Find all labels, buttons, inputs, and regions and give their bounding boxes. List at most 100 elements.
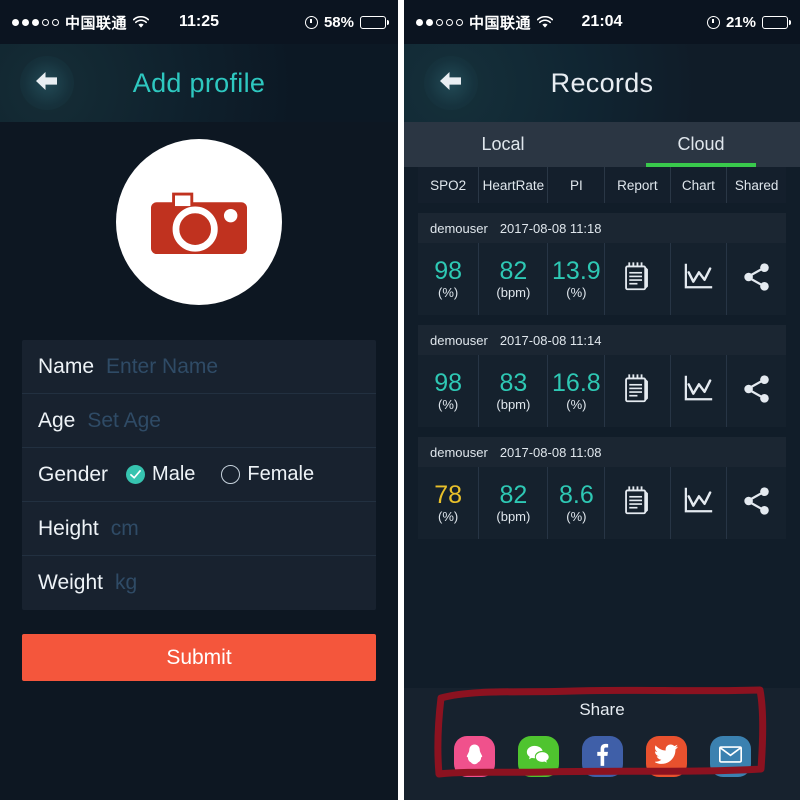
left-status-bar: 中国联通 11:25 58% [0, 0, 398, 44]
tab-local[interactable]: Local [404, 122, 602, 167]
record-report-button[interactable] [605, 355, 671, 427]
record-header: demouser 2017-08-08 11:18 [418, 213, 786, 243]
record-heartrate-cell: 82 (bpm) [479, 467, 549, 539]
status-bar-left: 中国联通 [416, 12, 554, 33]
record-pi-cell: 8.6 (%) [548, 467, 606, 539]
right-phone-screen: 中国联通 21:04 21% Records Local Cloud SPO2 … [404, 0, 800, 800]
pi-unit: (%) [566, 509, 587, 525]
back-button[interactable] [20, 56, 74, 110]
column-header-heartrate: HeartRate [479, 167, 549, 203]
heart-rate-value: 82 [499, 480, 528, 509]
signal-dot [32, 18, 39, 26]
share-email-button[interactable] [709, 736, 751, 777]
signal-dot [52, 18, 59, 26]
record-share-button[interactable] [727, 243, 786, 315]
camera-icon [151, 183, 247, 261]
column-header-pi: PI [548, 167, 606, 203]
record-timestamp: 2017-08-08 11:14 [499, 332, 602, 348]
record-spo2-cell: 98 (%) [418, 243, 480, 315]
status-bar-right: 58% [304, 14, 389, 31]
column-header-report: Report [605, 167, 671, 203]
record-chart-button[interactable] [671, 355, 728, 427]
age-label: Age [38, 408, 76, 432]
signal-dot [456, 18, 463, 26]
battery-icon [360, 15, 389, 29]
gender-option-female[interactable]: Female [221, 463, 314, 486]
form-row-weight[interactable]: Weight [22, 556, 376, 610]
share-qq-button[interactable] [453, 736, 495, 777]
spo2-value: 98 [434, 368, 463, 397]
back-button[interactable] [424, 56, 478, 110]
battery-percent-label: 21% [725, 13, 756, 31]
avatar-photo-button[interactable] [116, 139, 282, 305]
right-status-bar: 中国联通 21:04 21% [404, 0, 800, 44]
pi-value: 16.8 [552, 368, 601, 397]
heart-rate-value: 83 [499, 368, 528, 397]
signal-dot [426, 18, 433, 26]
form-row-age[interactable]: Age [22, 394, 376, 448]
share-sheet-title: Share [579, 700, 625, 719]
height-label: Height [38, 516, 99, 540]
record-values: 98 (%) 83 (bpm) 16.8 (%) [418, 355, 786, 427]
record-user: demouser [430, 444, 488, 460]
form-row-height[interactable]: Height [22, 502, 376, 556]
spo2-value: 98 [434, 256, 463, 285]
arrow-left-icon [436, 69, 466, 98]
gender-option-male[interactable]: Male [126, 463, 195, 486]
record-header: demouser 2017-08-08 11:08 [418, 437, 786, 467]
form-row-gender: Gender Male Female [22, 448, 376, 502]
record-timestamp: 2017-08-08 11:18 [499, 220, 602, 236]
spo2-unit: (%) [438, 285, 459, 301]
record-share-button[interactable] [727, 467, 786, 539]
signal-dot [416, 18, 423, 26]
line-chart-icon [683, 375, 713, 408]
height-input[interactable] [110, 516, 376, 541]
radio-unchecked-icon [221, 465, 241, 484]
records-source-tabs: Local Cloud [404, 122, 800, 167]
gender-female-label: Female [247, 463, 315, 485]
tab-cloud[interactable]: Cloud [602, 122, 800, 167]
arrow-left-icon [32, 69, 62, 98]
heart-rate-unit: (bpm) [496, 509, 531, 525]
record-report-button[interactable] [605, 243, 671, 315]
weight-input[interactable] [114, 571, 376, 595]
record-chart-button[interactable] [671, 467, 728, 539]
gender-male-label: Male [152, 463, 196, 485]
right-nav-bar: Records [404, 44, 800, 122]
gender-radio-group: Male Female [126, 463, 314, 486]
profile-form: Name Age Gender Male [22, 340, 376, 610]
record-spo2-cell: 78 (%) [418, 467, 480, 539]
form-row-name[interactable]: Name [22, 340, 376, 394]
signal-strength-dots [12, 18, 59, 26]
records-column-headers: SPO2 HeartRate PI Report Chart Shared [418, 167, 786, 203]
record-timestamp: 2017-08-08 11:08 [499, 444, 602, 460]
alarm-clock-icon [304, 15, 318, 29]
gender-label: Gender [38, 462, 109, 486]
share-wechat-button[interactable] [517, 736, 559, 777]
signal-dot [42, 18, 49, 26]
column-header-spo2: SPO2 [418, 167, 480, 203]
spo2-value: 78 [434, 480, 463, 509]
submit-button[interactable]: Submit [22, 634, 376, 681]
name-input[interactable] [106, 354, 376, 379]
battery-icon [762, 15, 791, 29]
line-chart-icon [683, 263, 713, 296]
notepad-icon [624, 261, 650, 297]
signal-dot [12, 18, 19, 26]
record-share-button[interactable] [727, 355, 786, 427]
record-report-button[interactable] [605, 467, 671, 539]
record-chart-button[interactable] [671, 243, 728, 315]
pi-value: 8.6 [558, 480, 594, 509]
signal-dot [436, 18, 443, 26]
share-twitter-button[interactable] [645, 736, 687, 777]
pi-unit: (%) [566, 285, 587, 301]
notepad-icon [624, 373, 650, 409]
pi-unit: (%) [566, 397, 587, 413]
name-label: Name [38, 354, 95, 378]
record-row: demouser 2017-08-08 11:08 78 (%) 82 (bpm… [418, 437, 786, 539]
record-user: demouser [430, 220, 488, 236]
record-pi-cell: 13.9 (%) [548, 243, 606, 315]
weight-label: Weight [38, 571, 103, 594]
share-facebook-button[interactable] [581, 736, 623, 777]
age-input[interactable] [87, 408, 360, 433]
